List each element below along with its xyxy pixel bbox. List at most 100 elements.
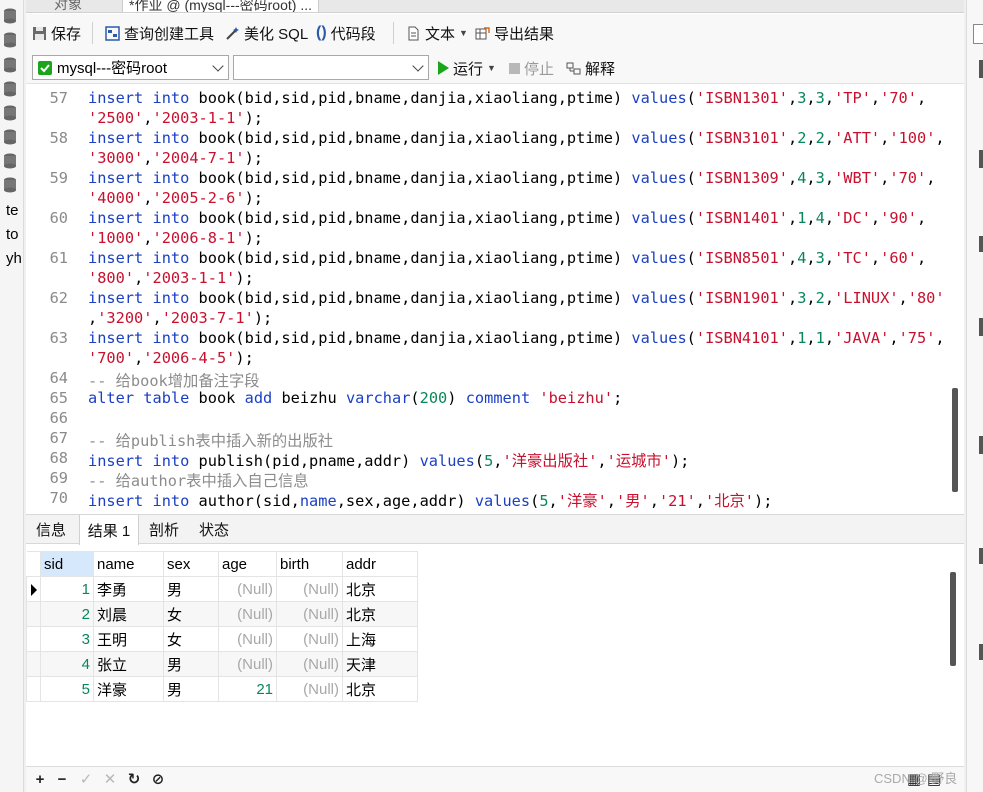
column-header-sex[interactable]: sex: [163, 551, 219, 577]
tab-profile[interactable]: 剖析: [139, 515, 189, 544]
table-row[interactable]: 3 王明 女 (Null) (Null) 上海: [26, 626, 418, 652]
database-icon[interactable]: [3, 129, 17, 145]
tab-result-1[interactable]: 结果 1: [79, 515, 139, 545]
cell-name[interactable]: 李勇: [93, 576, 164, 602]
column-header-addr[interactable]: addr: [342, 551, 418, 577]
apply-changes-button[interactable]: ✓: [78, 771, 94, 788]
cell-addr[interactable]: 上海: [342, 626, 418, 652]
table-row[interactable]: 5 洋豪 男 21 (Null) 北京: [26, 676, 418, 702]
row-header[interactable]: [26, 576, 41, 602]
cell-addr[interactable]: 北京: [342, 576, 418, 602]
cell-sid[interactable]: 4: [40, 651, 94, 677]
text-menu-button[interactable]: 文本 ▼: [406, 23, 468, 43]
tab-query[interactable]: *作业 @ (mysql---密码root) ...: [122, 0, 319, 12]
cell-name[interactable]: 张立: [93, 651, 164, 677]
refresh-button[interactable]: ↻: [126, 771, 142, 788]
column-header-name[interactable]: name: [93, 551, 164, 577]
column-header-birth[interactable]: birth: [276, 551, 343, 577]
discard-changes-button[interactable]: ✕: [102, 771, 118, 788]
toolbar-divider: [393, 22, 394, 44]
side-input-edge[interactable]: [973, 24, 983, 44]
editor-scrollbar-thumb[interactable]: [952, 388, 958, 492]
explain-icon: [566, 62, 581, 74]
cell-age[interactable]: (Null): [218, 651, 277, 677]
stop-button[interactable]: 停止: [509, 58, 554, 78]
cell-sid[interactable]: 1: [40, 576, 94, 602]
code-snippet-button[interactable]: () 代码段: [316, 23, 376, 43]
add-record-button[interactable]: +: [32, 771, 48, 788]
chevron-down-icon: [212, 60, 224, 72]
run-button[interactable]: 运行 ▼: [438, 58, 496, 78]
delete-record-button[interactable]: −: [54, 771, 70, 788]
cell-name[interactable]: 洋豪: [93, 676, 164, 702]
cell-age[interactable]: (Null): [218, 626, 277, 652]
cell-birth[interactable]: (Null): [276, 651, 343, 677]
close-icon: ✕: [103, 771, 117, 788]
cell-birth[interactable]: (Null): [276, 601, 343, 627]
line-number: 58: [49, 129, 68, 147]
cell-addr[interactable]: 北京: [342, 676, 418, 702]
cell-addr[interactable]: 天津: [342, 651, 418, 677]
tree-item-label[interactable]: yh: [6, 250, 22, 267]
cell-sid[interactable]: 5: [40, 676, 94, 702]
tab-status[interactable]: 状态: [189, 515, 239, 544]
row-header[interactable]: [26, 601, 41, 627]
query-toolbar: 保存 查询创建工具 美化 SQL () 代码段 文本 ▼ 导出结果: [26, 14, 964, 52]
cell-age[interactable]: 21: [218, 676, 277, 702]
explain-label: 解释: [585, 60, 616, 78]
cell-name[interactable]: 刘晨: [93, 601, 164, 627]
object-tree-rail: te to yh: [0, 0, 24, 792]
cell-birth[interactable]: (Null): [276, 676, 343, 702]
database-icon[interactable]: [3, 8, 17, 24]
cell-sid[interactable]: 3: [40, 626, 94, 652]
explain-button[interactable]: 解释: [566, 58, 615, 78]
table-row[interactable]: 1 李勇 男 (Null) (Null) 北京: [26, 576, 418, 602]
row-header[interactable]: [26, 626, 41, 652]
cell-sex[interactable]: 男: [163, 676, 219, 702]
database-icon[interactable]: [3, 81, 17, 97]
code-line: ,'3200','2003-7-1');: [88, 309, 273, 327]
cell-age[interactable]: (Null): [218, 601, 277, 627]
table-row[interactable]: 2 刘晨 女 (Null) (Null) 北京: [26, 601, 418, 627]
cell-birth[interactable]: (Null): [276, 576, 343, 602]
table-row[interactable]: 4 张立 男 (Null) (Null) 天津: [26, 651, 418, 677]
cell-sex[interactable]: 男: [163, 651, 219, 677]
result-tab-bar: 信息 结果 1 剖析 状态: [26, 514, 964, 545]
row-header[interactable]: [26, 651, 41, 677]
right-side-panel: [966, 0, 983, 792]
tab-objects[interactable]: 对象: [54, 0, 82, 12]
cell-sex[interactable]: 男: [163, 576, 219, 602]
code-line: '4000','2005-2-6');: [88, 189, 264, 207]
database-icon[interactable]: [3, 57, 17, 73]
query-builder-button[interactable]: 查询创建工具: [105, 23, 214, 43]
tree-item-label[interactable]: te: [6, 202, 19, 219]
tree-item-label[interactable]: to: [6, 226, 19, 243]
grid-scrollbar-thumb[interactable]: [950, 572, 956, 666]
export-results-button[interactable]: 导出结果: [475, 23, 554, 43]
database-icon[interactable]: [3, 105, 17, 121]
save-button[interactable]: 保存: [32, 23, 81, 43]
cell-birth[interactable]: (Null): [276, 626, 343, 652]
current-row-arrow-icon: [31, 584, 37, 596]
sql-editor[interactable]: 57 insert into book(bid,sid,pid,bname,da…: [26, 86, 964, 513]
database-icon[interactable]: [3, 153, 17, 169]
cell-sid[interactable]: 2: [40, 601, 94, 627]
side-panel-marker: [979, 548, 983, 564]
row-header[interactable]: [26, 676, 41, 702]
cell-age[interactable]: (Null): [218, 576, 277, 602]
stop-loading-button[interactable]: ⊘: [150, 771, 166, 788]
column-header-sid[interactable]: sid: [40, 551, 94, 577]
line-number: 57: [49, 89, 68, 107]
cell-addr[interactable]: 北京: [342, 601, 418, 627]
column-header-age[interactable]: age: [218, 551, 277, 577]
database-select[interactable]: [233, 55, 429, 80]
database-icon[interactable]: [3, 177, 17, 193]
connection-select[interactable]: mysql---密码root: [32, 55, 229, 80]
beautify-sql-button[interactable]: 美化 SQL: [225, 23, 308, 43]
cell-name[interactable]: 王明: [93, 626, 164, 652]
tab-info[interactable]: 信息: [26, 515, 76, 544]
database-icon[interactable]: [3, 32, 17, 48]
cell-sex[interactable]: 女: [163, 601, 219, 627]
cell-sex[interactable]: 女: [163, 626, 219, 652]
code-line: -- 给book增加备注字段: [88, 372, 260, 390]
